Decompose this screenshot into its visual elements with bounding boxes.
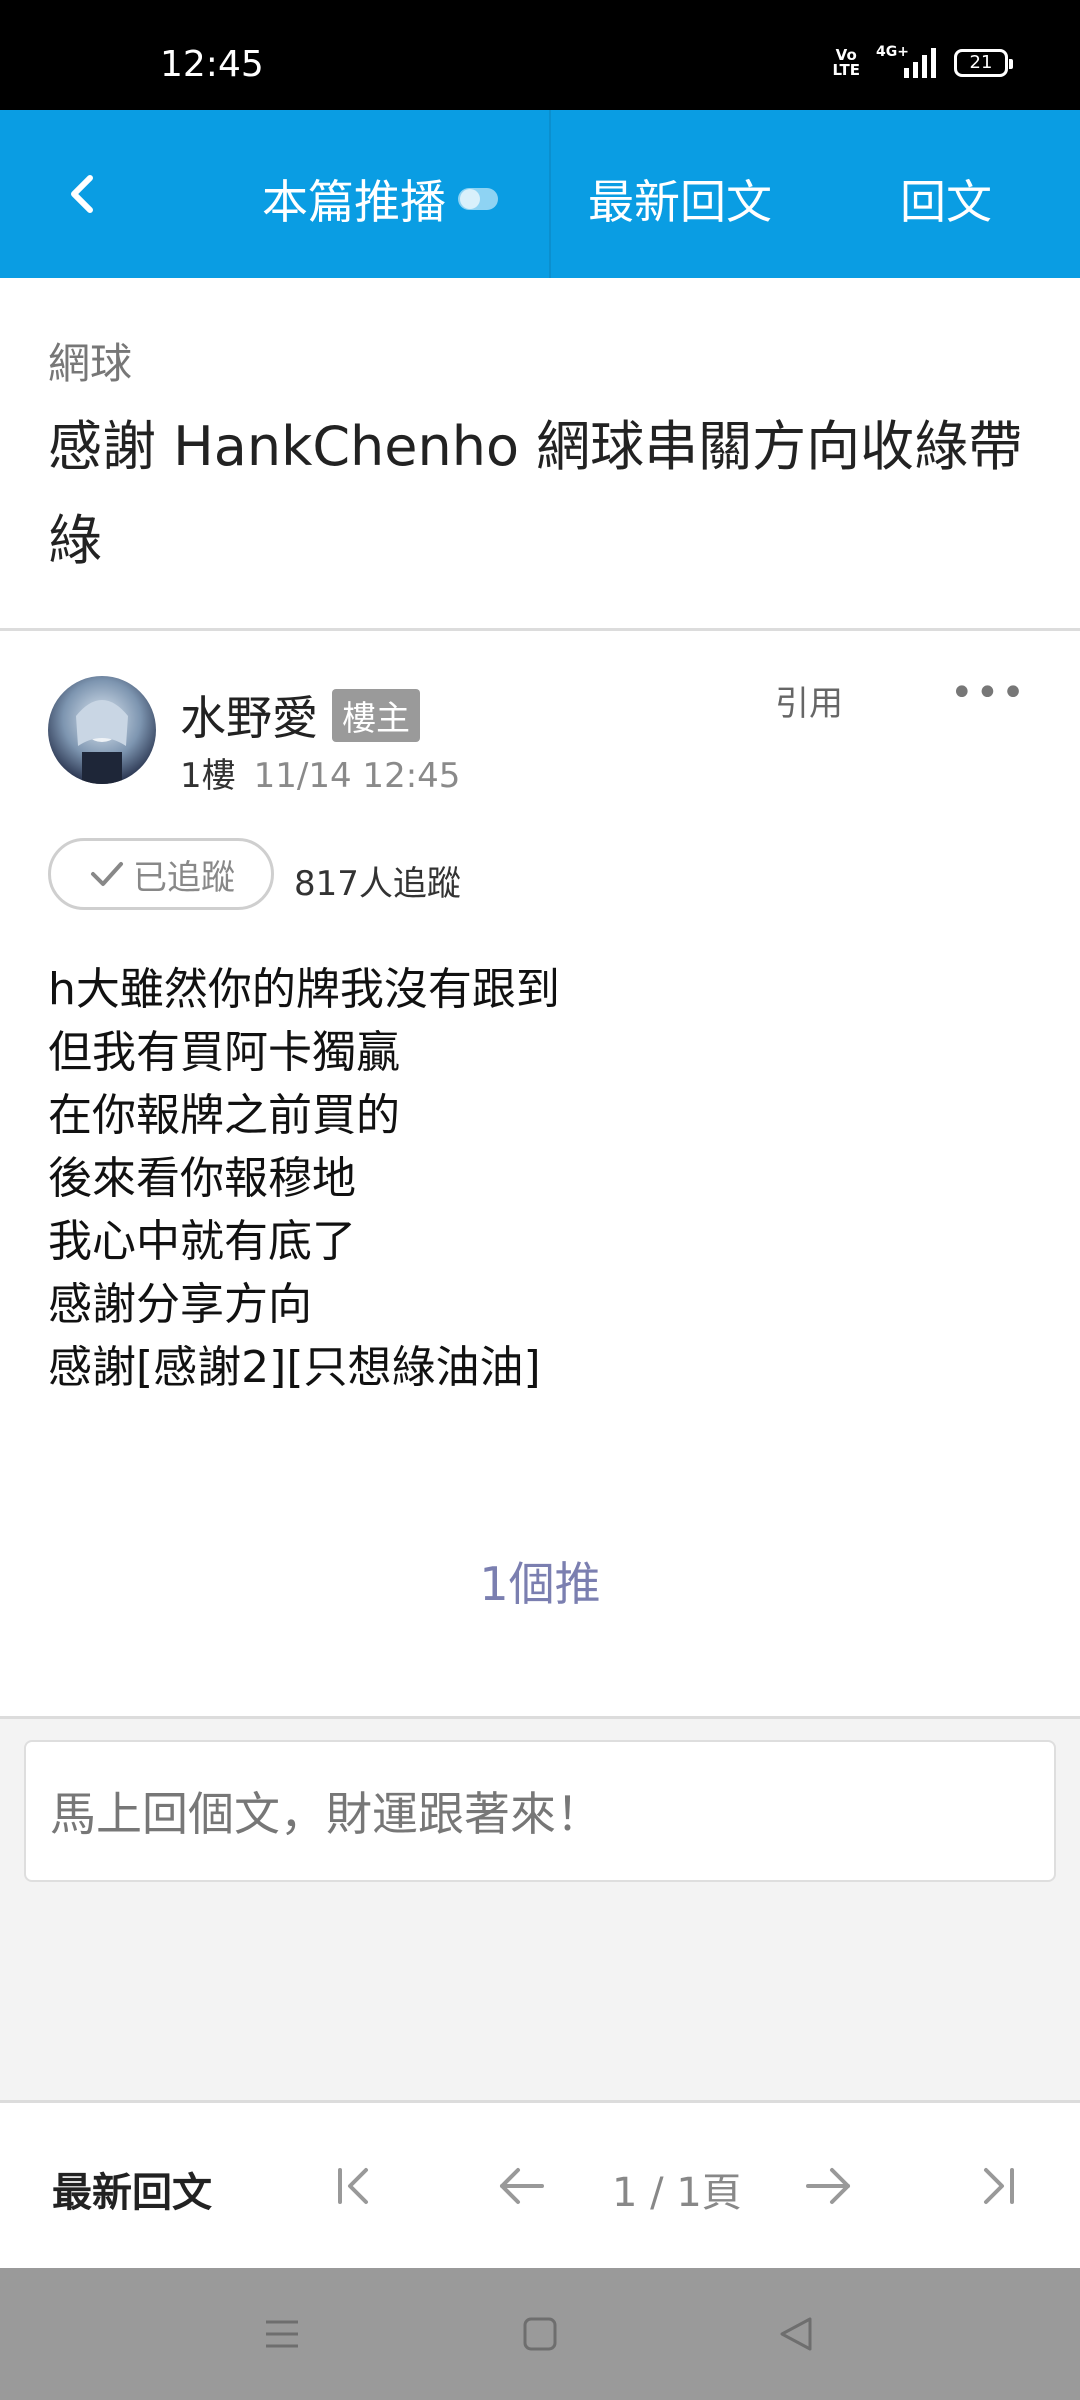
more-options-icon[interactable]: ••• [950,670,1027,716]
checkmark-icon [91,862,123,886]
post-line: 但我有買阿卡獨贏 [48,1027,400,1078]
page-indicator[interactable]: 1 / 1頁 [612,2160,742,2218]
post-body: h大雖然你的牌我沒有跟到 但我有買阿卡獨贏 在你報牌之前買的 後來看你報穆地 我… [48,958,1038,1399]
tab-reply[interactable]: 回文 [900,166,992,232]
system-nav-bar [0,2268,1080,2400]
pager-latest-button[interactable]: 最新回文 [52,2160,212,2218]
status-bar: 12:45 Vo LTE 4G+ 21 [0,0,1080,110]
divider [0,628,1080,631]
post-line: 後來看你報穆地 [48,1153,356,1204]
floor-number: 1樓 [180,756,236,796]
reply-input[interactable]: 馬上回個文，財運跟著來！ [24,1740,1056,1882]
quote-button[interactable]: 引用 [775,676,843,725]
post-meta: 1樓 11/14 12:45 [180,748,460,797]
tab-push-label: 本篇推播 [262,175,446,229]
back-nav-icon[interactable] [776,2314,816,2354]
home-icon[interactable] [520,2314,560,2354]
post-line: 我心中就有底了 [48,1216,356,1267]
avatar[interactable] [48,676,156,784]
author-name[interactable]: 水野愛 [180,682,318,748]
app-header: 本篇推播 最新回文 回文 [0,110,1080,278]
first-page-icon[interactable] [326,2158,382,2214]
page-title: 感謝 HankChenho 網球串關方向收綠帶綠 [48,415,1023,572]
post-line: 感謝分享方向 [48,1279,312,1330]
back-button[interactable] [52,162,116,226]
volte-icon: Vo LTE [832,46,860,79]
follower-count: 817人追蹤 [294,864,461,904]
post-line: 在你報牌之前買的 [48,1090,400,1141]
push-count[interactable]: 1個推 [0,1548,1080,1614]
push-toggle[interactable] [458,188,498,210]
post-line: 感謝[感謝2][只想綠油油] [48,1342,541,1393]
post-author: 水野愛 樓主 [180,682,420,748]
follow-label: 已追蹤 [133,857,235,898]
post-datetime: 11/14 12:45 [253,756,461,796]
status-icons: Vo LTE 4G+ 21 [832,44,1013,79]
last-page-icon[interactable] [970,2158,1026,2214]
tab-push-notify[interactable]: 本篇推播 [262,166,498,232]
board-name[interactable]: 網球 [48,330,132,391]
post-line: h大雖然你的牌我沒有跟到 [48,964,560,1015]
status-time: 12:45 [160,44,264,85]
header-divider [549,110,551,278]
prev-page-icon[interactable] [494,2158,550,2214]
chevron-left-icon [71,175,93,213]
tab-latest-replies[interactable]: 最新回文 [588,166,772,232]
follow-button[interactable]: 已追蹤 [48,838,274,910]
owner-badge: 樓主 [332,688,420,742]
signal-icon: 4G+ [876,44,936,78]
network-type: 4G+ [876,44,909,60]
avatar-image [48,676,156,784]
next-page-icon[interactable] [800,2158,856,2214]
battery-icon: 21 [954,49,1013,77]
menu-icon[interactable] [262,2314,302,2354]
